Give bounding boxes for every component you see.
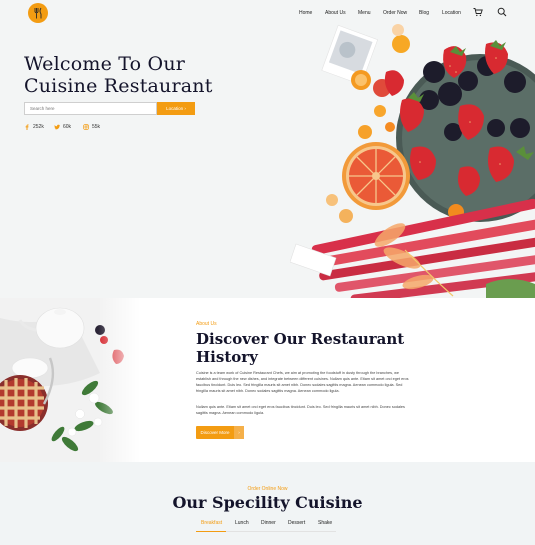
tab-dinner[interactable]: Dinner: [261, 520, 276, 526]
discover-more-button[interactable]: Discover More ›: [196, 426, 244, 439]
tab-lunch[interactable]: Lunch: [235, 520, 249, 526]
location-button[interactable]: Location ›: [157, 102, 195, 115]
twitter-icon: [54, 124, 60, 130]
cart-icon[interactable]: [473, 7, 483, 17]
hero-food-image: [290, 24, 535, 298]
about-title-line1: Discover Our Restaurant: [196, 330, 405, 348]
about-eyebrow: About Us: [196, 321, 217, 327]
location-button-label: Location: [166, 106, 184, 111]
specialty-title: Our Specility Cuisine: [172, 493, 363, 512]
social-facebook[interactable]: 252k: [24, 124, 44, 130]
nav-location[interactable]: Location: [442, 10, 461, 16]
about-title-line2: History: [196, 348, 258, 366]
nav-about-us[interactable]: About Us: [325, 10, 346, 16]
tab-dessert[interactable]: Dessert: [288, 520, 305, 526]
social-twitter[interactable]: 60k: [54, 124, 71, 130]
hero-title-line2: Cuisine Restaurant: [24, 75, 213, 97]
about-paragraph-2: Nullam quis ante. Etiam sit amet orci eg…: [196, 405, 405, 415]
tab-shake[interactable]: Shake: [318, 520, 332, 526]
nav-menu[interactable]: Menu: [358, 10, 371, 16]
about-title: Discover Our Restaurant History: [196, 330, 426, 366]
specialty-section: Order Online Now Our Specility Cuisine: [0, 462, 535, 545]
pie-image: [0, 298, 140, 462]
specialty-eyebrow: Order Online Now: [247, 486, 288, 492]
facebook-icon: [24, 124, 30, 130]
nav-blog[interactable]: Blog: [419, 10, 429, 16]
arrow-right-icon: ›: [234, 426, 244, 439]
hero-section: Home About Us Menu Order Now Blog Locati…: [0, 0, 535, 298]
instagram-icon: [83, 124, 89, 130]
twitter-count: 60k: [63, 124, 72, 130]
hero-title-line1: Welcome To Our: [24, 53, 186, 75]
instagram-count: 55k: [92, 124, 101, 130]
nav-home[interactable]: Home: [299, 10, 312, 16]
arrow-right-icon: ›: [184, 106, 186, 111]
about-paragraph-1: Cuisine is a team work of Cuisine Restau…: [196, 371, 409, 393]
search-icon[interactable]: [497, 7, 507, 17]
fork-knife-icon: [34, 7, 42, 19]
social-instagram[interactable]: 55k: [83, 124, 100, 130]
search-input[interactable]: [24, 102, 157, 115]
logo[interactable]: [28, 3, 48, 23]
hero-title: Welcome To Our Cuisine Restaurant: [24, 53, 213, 97]
nav-order-now[interactable]: Order Now: [383, 10, 407, 16]
facebook-count: 252k: [33, 124, 44, 130]
tab-breakfast[interactable]: Breakfast: [201, 520, 222, 526]
about-section: About Us Discover Our Restaurant History…: [0, 298, 535, 462]
discover-more-label: Discover More: [200, 430, 230, 435]
active-tab-indicator: [196, 531, 226, 532]
